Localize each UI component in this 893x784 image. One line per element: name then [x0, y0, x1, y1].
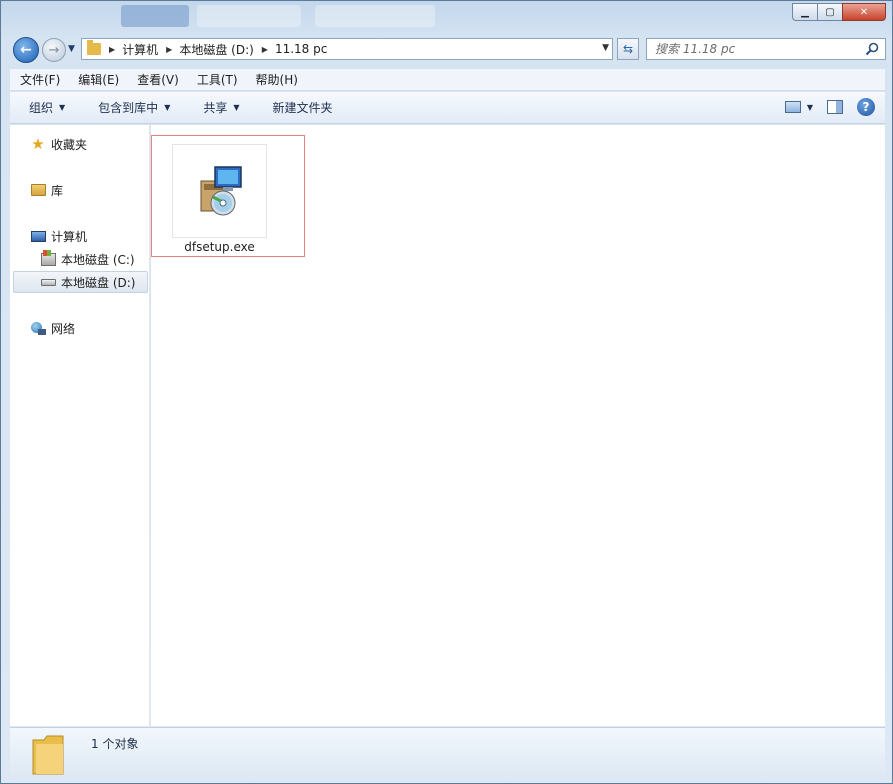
command-bar: 组织 ▼ 包含到库中 ▼ 共享 ▼ 新建文件夹 ▼ ? [10, 92, 885, 124]
nav-item-libraries[interactable]: 库 [30, 179, 63, 201]
minimize-button[interactable]: ▁ [792, 3, 818, 21]
nav-item-favorites[interactable]: ★ 收藏夹 [30, 133, 87, 155]
new-folder-button[interactable]: 新建文件夹 [254, 99, 347, 116]
installer-icon [200, 166, 242, 216]
computer-icon [30, 228, 46, 244]
chevron-right-icon[interactable]: ▶ [262, 45, 268, 54]
folder-icon [87, 40, 101, 55]
window-controls: ▁ ▢ ✕ [792, 3, 886, 21]
chevron-down-icon: ▼ [59, 103, 66, 112]
help-icon[interactable]: ? [857, 98, 875, 116]
nav-item-network[interactable]: 网络 [30, 317, 75, 339]
nav-item-drive-c[interactable]: 本地磁盘 (C:) [40, 248, 135, 270]
chevron-right-icon[interactable]: ▶ [166, 45, 172, 54]
preview-pane-icon[interactable] [827, 100, 843, 114]
arrow-left-icon: ← [20, 42, 32, 58]
menu-edit[interactable]: 编辑(E) [68, 71, 127, 88]
background-taskbar-item [315, 5, 435, 27]
organize-button[interactable]: 组织 ▼ [10, 99, 79, 116]
search-icon[interactable] [865, 42, 879, 56]
change-view-icon[interactable] [784, 101, 801, 113]
refresh-icon: ⇆ [622, 42, 634, 56]
chevron-right-icon[interactable]: ▶ [109, 45, 115, 54]
new-folder-label: 新建文件夹 [272, 101, 333, 115]
menu-help[interactable]: 帮助(H) [246, 71, 306, 88]
file-item[interactable]: dfsetup.exe [151, 135, 305, 257]
maximize-button[interactable]: ▢ [817, 3, 843, 21]
nav-item-label: 收藏夹 [51, 137, 88, 152]
recent-locations-button[interactable]: ▼ [68, 44, 75, 54]
nav-item-label: 库 [51, 183, 64, 198]
file-thumbnail[interactable] [172, 144, 267, 238]
include-library-label: 包含到库中 [98, 101, 159, 115]
nav-item-label: 本地磁盘 (C:) [61, 252, 135, 267]
chevron-down-icon[interactable]: ▼ [602, 43, 609, 53]
menu-bar: 文件(F) 编辑(E) 查看(V) 工具(T) 帮助(H) [10, 69, 885, 91]
chevron-down-icon: ▼ [164, 103, 171, 112]
close-button[interactable]: ✕ [842, 3, 886, 21]
organize-label: 组织 [29, 101, 54, 115]
drive-icon [40, 274, 56, 290]
file-list[interactable]: dfsetup.exe [151, 125, 885, 726]
nav-item-label: 本地磁盘 (D:) [61, 275, 136, 290]
star-icon: ★ [31, 135, 45, 153]
view-controls: ▼ ? [784, 98, 875, 116]
refresh-button[interactable]: ⇆ [617, 38, 639, 60]
breadcrumb-drive-d[interactable]: 本地磁盘 (D:) [179, 41, 253, 58]
forward-button[interactable]: → [42, 38, 66, 62]
back-button[interactable]: ← [13, 37, 39, 63]
menu-view[interactable]: 查看(V) [127, 71, 187, 88]
navigation-pane[interactable]: ★ 收藏夹 库 计算机 本地磁盘 (C:) 本地磁盘 (D:) 网络 [10, 125, 150, 726]
address-bar[interactable]: ▶ 计算机 ▶ 本地磁盘 (D:) ▶ 11.18 pc ▼ [81, 38, 613, 60]
menu-file[interactable]: 文件(F) [10, 71, 68, 88]
title-bar[interactable]: ▁ ▢ ✕ [1, 1, 892, 33]
details-pane: 1 个对象 [10, 727, 885, 779]
chevron-down-icon: ▼ [233, 103, 240, 112]
nav-item-label: 网络 [51, 321, 76, 336]
breadcrumb-computer[interactable]: 计算机 [122, 41, 158, 58]
folder-icon [32, 735, 64, 775]
menu-tools[interactable]: 工具(T) [187, 71, 246, 88]
background-taskbar-item [197, 5, 301, 27]
nav-item-label: 计算机 [51, 229, 88, 244]
arrow-right-icon: → [48, 42, 60, 58]
search-box [646, 38, 886, 60]
search-input[interactable] [647, 39, 857, 59]
include-in-library-button[interactable]: 包含到库中 ▼ [79, 99, 184, 116]
background-taskbar-item [121, 5, 189, 27]
system-drive-icon [40, 249, 56, 267]
explorer-window: ▁ ▢ ✕ ← → ▼ ▶ 计算机 ▶ 本地磁盘 (D:) ▶ 11.18 pc… [0, 0, 893, 784]
nav-item-computer[interactable]: 计算机 [30, 225, 87, 247]
item-count: 1 个对象 [91, 737, 139, 751]
chevron-down-icon[interactable]: ▼ [807, 103, 813, 112]
share-button[interactable]: 共享 ▼ [184, 99, 253, 116]
breadcrumb-current-folder[interactable]: 11.18 pc [275, 42, 327, 56]
library-icon [30, 182, 46, 198]
share-label: 共享 [203, 101, 228, 115]
file-name[interactable]: dfsetup.exe [152, 240, 287, 254]
address-row: ← → ▼ ▶ 计算机 ▶ 本地磁盘 (D:) ▶ 11.18 pc ▼ ⇆ [9, 34, 886, 64]
network-icon [30, 320, 46, 336]
nav-item-drive-d[interactable]: 本地磁盘 (D:) [13, 271, 148, 293]
